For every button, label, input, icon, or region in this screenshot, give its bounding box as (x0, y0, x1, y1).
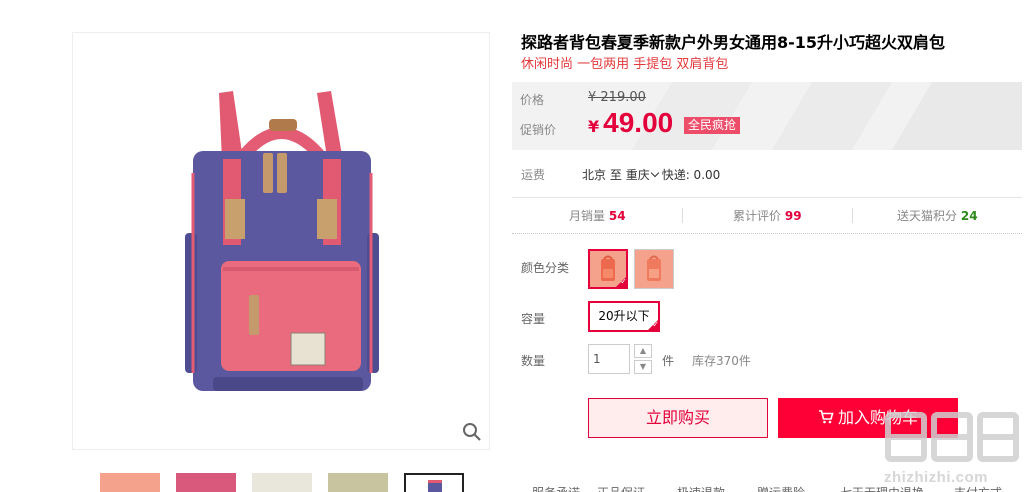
service-item[interactable]: 赠运费险 (757, 484, 805, 492)
thumbnail-3[interactable] (252, 473, 312, 492)
watermark-url: zhizhizhi.com (884, 469, 988, 486)
chevron-down-icon (650, 168, 659, 178)
quantity-decrease-button[interactable]: ▼ (634, 360, 652, 374)
quantity-unit: 件 (662, 354, 675, 368)
thumbnail-strip (100, 473, 470, 492)
product-title: 探路者背包春夏季新款户外男女通用8-15升小巧超火双肩包 (521, 33, 946, 52)
divider-dotted (512, 233, 1022, 234)
backpack-image (185, 91, 379, 391)
magnifier-icon[interactable] (461, 421, 483, 443)
shipping-label: 运费 (521, 168, 546, 182)
stat-monthly-sales: 月销量 54 (569, 207, 626, 224)
selected-check-icon (615, 276, 626, 287)
quantity-increase-button[interactable]: ▲ (634, 344, 652, 358)
thumbnail-1[interactable] (100, 473, 160, 492)
points-value: 24 (960, 209, 978, 223)
currency-symbol: ¥ (588, 117, 600, 136)
product-page: 探路者背包春夏季新款户外男女通用8-15升小巧超火双肩包 休闲时尚 一包两用 手… (0, 0, 1031, 492)
stat-divider (682, 208, 683, 223)
service-item[interactable]: 正品保证 (597, 484, 645, 492)
ship-express: 快递: 0.00 (661, 168, 721, 182)
shipping-info: 北京 至 重庆 快递: 0.00 (582, 166, 720, 183)
capacity-label: 容量 (521, 312, 546, 326)
promo-price: ¥49.00 (588, 107, 673, 139)
selected-check-icon (647, 319, 659, 331)
capacity-option-selected[interactable]: 20升以下 (588, 301, 660, 332)
original-price: ¥ 219.00 (588, 90, 646, 105)
reviews-label: 累计评价 (733, 209, 782, 223)
ship-destination-select[interactable]: 重庆 (626, 168, 662, 182)
quantity-input[interactable]: 1 (588, 344, 630, 374)
quantity-label: 数量 (521, 354, 546, 368)
thumbnail-4[interactable] (328, 473, 388, 492)
thumbnail-2[interactable] (176, 473, 236, 492)
ship-destination: 重庆 (625, 168, 650, 182)
reviews-value: 99 (784, 209, 802, 223)
service-item: 服务承诺 (532, 484, 580, 492)
stat-points: 送天猫积分 24 (897, 207, 978, 224)
shopping-cart-icon (818, 410, 834, 424)
color-swatch-2[interactable] (634, 249, 674, 289)
color-swatch-1-selected[interactable] (588, 249, 628, 289)
service-item[interactable]: 极速退款 (677, 484, 725, 492)
main-product-image[interactable] (72, 32, 490, 450)
stock-count: 库存370件 (692, 354, 751, 368)
stat-reviews[interactable]: 累计评价 99 (733, 207, 802, 224)
promo-price-label: 促销价 (520, 123, 557, 137)
ship-from: 北京 (582, 168, 607, 182)
divider-top (512, 197, 1022, 198)
original-price-label: 价格 (520, 93, 545, 107)
product-subtitle: 休闲时尚 一包两用 手提包 双肩背包 (521, 57, 729, 72)
sales-label: 月销量 (569, 209, 606, 223)
promo-badge: 全民疯抢 (684, 117, 741, 134)
stat-divider (852, 208, 853, 223)
buy-now-button[interactable]: 立即购买 (588, 398, 768, 438)
capacity-value: 20升以下 (598, 309, 650, 323)
promo-price-value: 49.00 (603, 107, 674, 138)
price-panel: 价格 ¥ 219.00 促销价 ¥49.00 全民疯抢 (512, 82, 1022, 150)
stats-bar: 月销量 54 累计评价 99 送天猫积分 24 (512, 204, 1022, 228)
ship-to-word: 至 (609, 168, 622, 182)
sales-value: 54 (608, 209, 626, 223)
swatch-bag-image (647, 255, 661, 281)
points-label: 送天猫积分 (897, 209, 958, 223)
color-label: 颜色分类 (521, 261, 570, 275)
thumbnail-5-selected[interactable] (404, 473, 464, 492)
